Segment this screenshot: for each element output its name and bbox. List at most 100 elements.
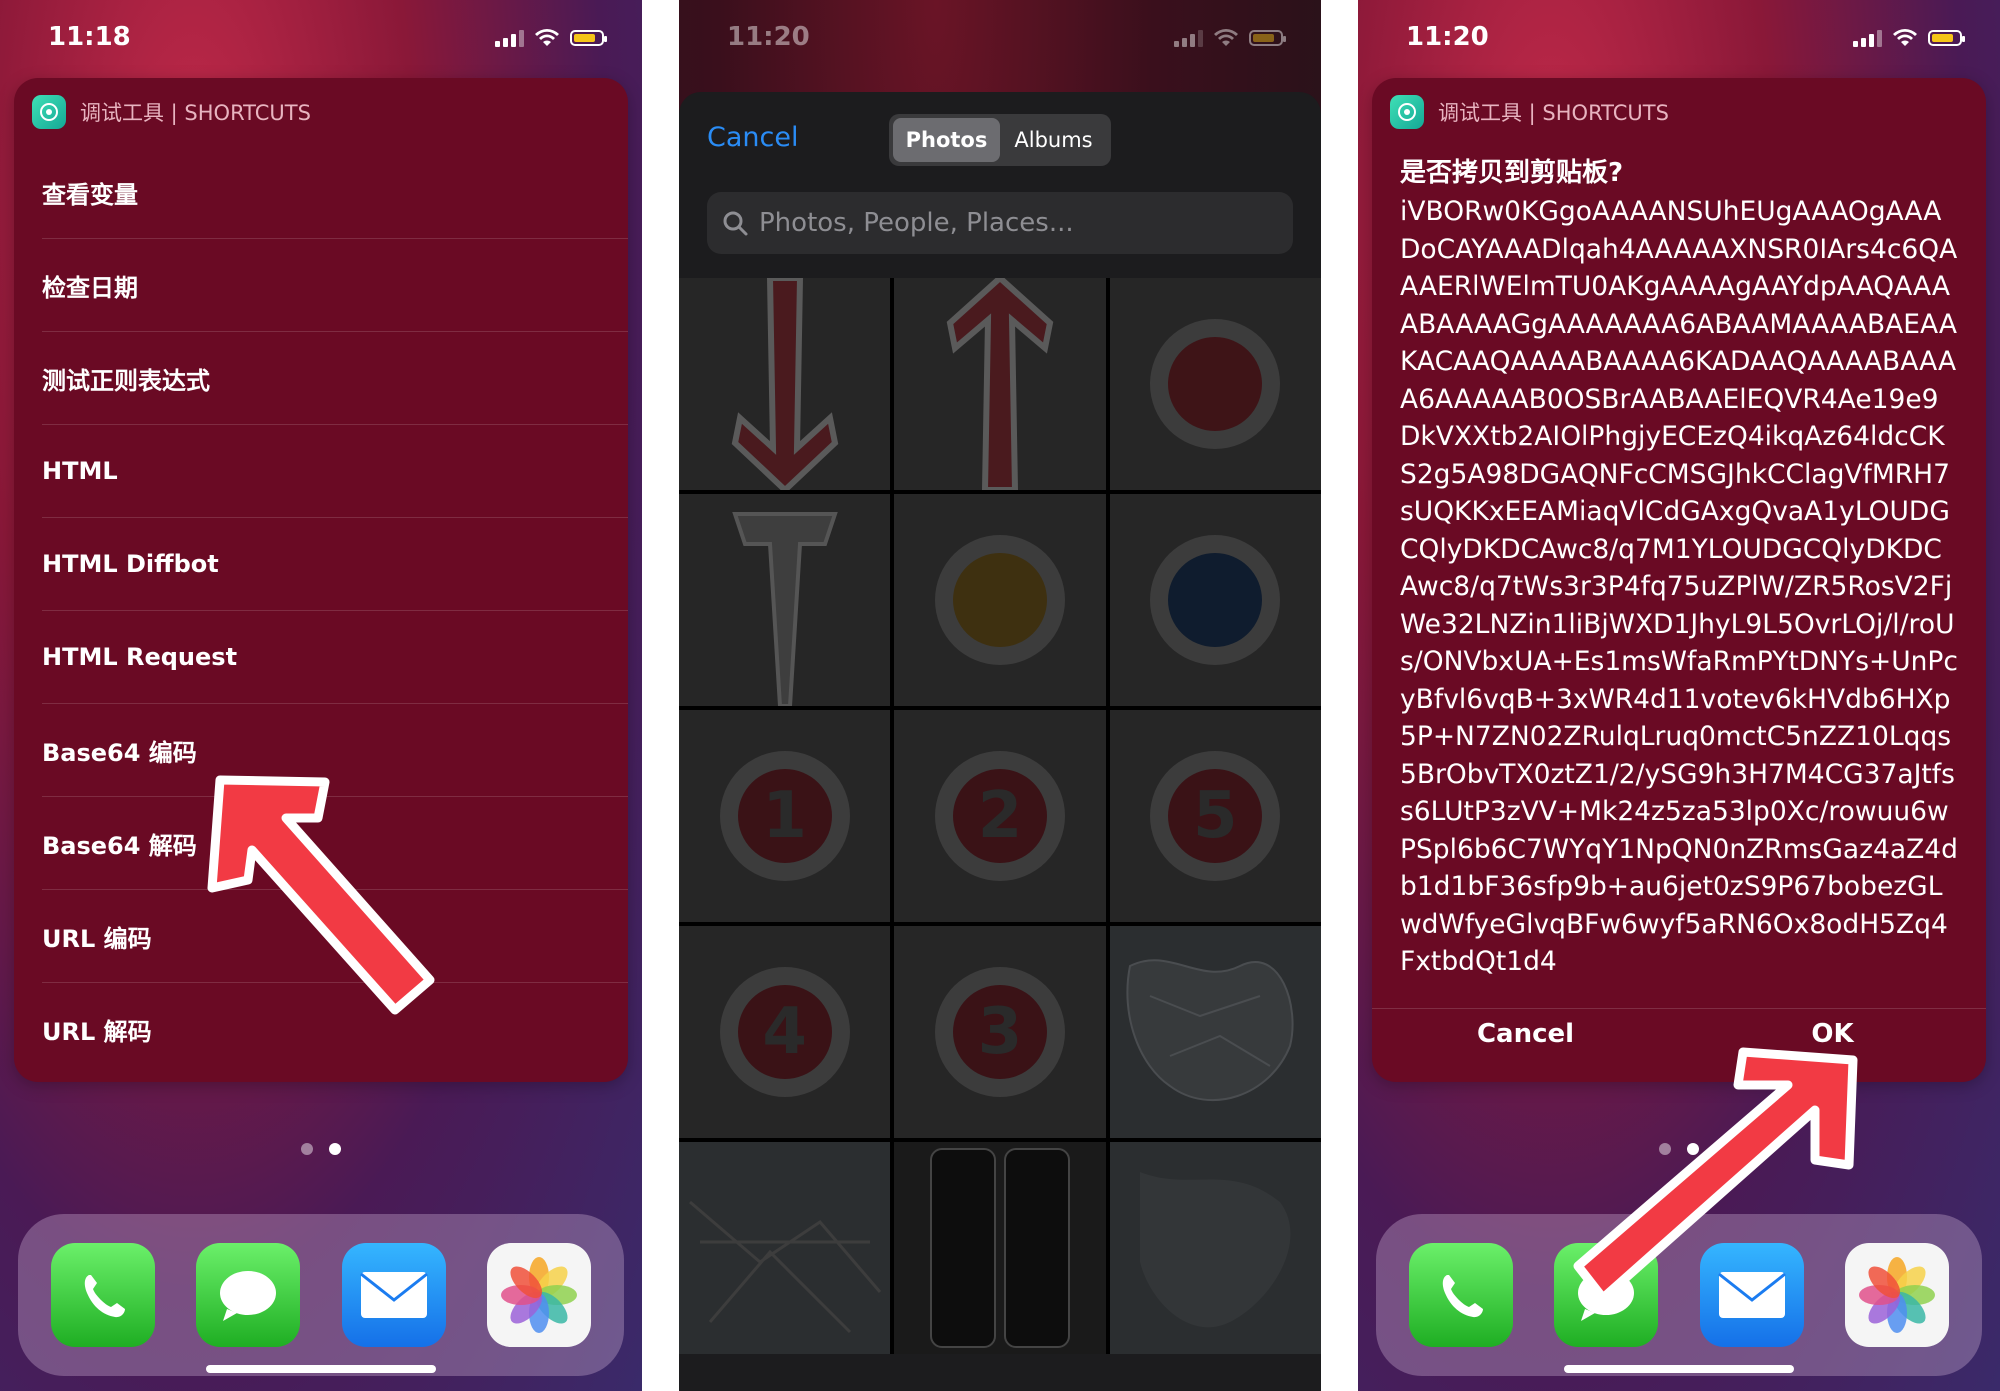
photo-grid: 1 2 5 4 3 [679, 278, 1321, 1354]
arrow-up-icon [946, 278, 1054, 490]
shortcut-list: 查看变量 检查日期 测试正则表达式 HTML HTML Diffbot HTML… [14, 146, 628, 1075]
tab-photos[interactable]: Photos [893, 118, 1000, 162]
signal-icon [495, 29, 524, 47]
left-screenshot: 11:18 调试工具 | SHORTCUTS 查看变量 检查日期 测试正则表达式… [0, 0, 642, 1391]
shortcuts-app-icon [1390, 95, 1424, 129]
home-indicator[interactable] [206, 1365, 436, 1373]
messages-icon[interactable] [196, 1243, 301, 1347]
shortcuts-widget: 调试工具 | SHORTCUTS 查看变量 检查日期 测试正则表达式 HTML … [14, 78, 628, 1082]
dock [18, 1214, 624, 1376]
status-bar: 11:20 [1358, 0, 2000, 80]
shortcut-item-base64-decode[interactable]: Base64 解码 [42, 797, 628, 890]
shortcut-item-check-date[interactable]: 检查日期 [42, 239, 628, 332]
shortcut-item-html[interactable]: HTML [42, 425, 628, 518]
wifi-icon [1214, 29, 1238, 46]
number-badge: 5 [1168, 769, 1263, 863]
widget-title: 调试工具 | SHORTCUTS [80, 101, 311, 125]
battery-icon [570, 30, 607, 46]
photo-picker-sheet: Cancel Photos Albums Photos, People, Pla… [679, 92, 1321, 1391]
phone-icon[interactable] [1408, 1243, 1513, 1347]
wifi-icon [535, 29, 559, 46]
number-badge: 2 [952, 769, 1047, 863]
cancel-button[interactable]: Cancel [707, 122, 798, 153]
search-icon [723, 211, 748, 236]
photo-thumbnail[interactable] [679, 278, 891, 490]
red-dot-icon [1168, 337, 1263, 431]
shortcut-item-base64-encode[interactable]: Base64 编码 [42, 704, 628, 797]
signal-icon [1853, 29, 1882, 47]
widget-header: 调试工具 | SHORTCUTS [1372, 78, 1986, 146]
map-image-icon [688, 1200, 881, 1334]
number-badge: 4 [737, 985, 832, 1079]
page-indicator[interactable] [0, 1143, 642, 1155]
base64-output-text: iVBORw0KGgoAAAANSUhEUgAAAOgAAADoCAYAAADl… [1400, 196, 1958, 977]
mail-icon[interactable] [1699, 1243, 1804, 1347]
photo-thumbnail[interactable] [894, 494, 1106, 706]
dialog-button-bar: Cancel OK [1372, 1008, 1986, 1069]
right-screenshot: 11:20 调试工具 | SHORTCUTS 是否拷贝到剪贴板? iVBORw0… [1358, 0, 2000, 1391]
page-indicator[interactable] [1358, 1143, 2000, 1155]
dock [1376, 1214, 1982, 1376]
blue-dot-icon [1168, 553, 1263, 647]
map-image-icon [1126, 959, 1294, 1102]
photo-thumbnail[interactable]: 1 [679, 710, 891, 922]
photo-thumbnail[interactable]: 3 [894, 926, 1106, 1138]
search-field[interactable]: Photos, People, Places... [707, 192, 1293, 254]
shortcut-item-url-encode[interactable]: URL 编码 [42, 890, 628, 983]
messages-icon[interactable] [1554, 1243, 1659, 1347]
home-indicator[interactable] [1564, 1365, 1794, 1373]
battery-icon [1249, 30, 1286, 46]
photo-thumbnail[interactable] [679, 1142, 891, 1354]
shortcut-item-view-variables[interactable]: 查看变量 [42, 146, 628, 239]
photo-thumbnail[interactable]: 2 [894, 710, 1106, 922]
photo-thumbnail[interactable] [1109, 926, 1321, 1138]
phone-icon[interactable] [50, 1243, 155, 1347]
shortcut-item-html-request[interactable]: HTML Request [42, 611, 628, 704]
map-image-icon [1140, 1172, 1291, 1328]
cancel-button[interactable]: Cancel [1372, 1009, 1679, 1069]
shortcut-item-test-regex[interactable]: 测试正则表达式 [42, 332, 628, 425]
page-dot-active[interactable] [329, 1143, 341, 1155]
shortcut-item-url-decode[interactable]: URL 解码 [42, 983, 628, 1075]
widget-header: 调试工具 | SHORTCUTS [14, 78, 628, 146]
status-time: 11:20 [1406, 22, 1489, 52]
photos-albums-segmented-control: Photos Albums [889, 114, 1111, 166]
page-dot[interactable] [1659, 1143, 1671, 1155]
copy-to-clipboard-dialog: 调试工具 | SHORTCUTS 是否拷贝到剪贴板? iVBORw0KGgoAA… [1372, 78, 1986, 1082]
photo-thumbnail[interactable] [679, 494, 891, 706]
mail-icon[interactable] [341, 1243, 446, 1347]
photos-icon[interactable] [1845, 1243, 1950, 1347]
status-time: 11:20 [727, 22, 810, 52]
shortcuts-app-icon [32, 95, 66, 129]
ok-button[interactable]: OK [1679, 1009, 1986, 1069]
middle-screenshot: 11:20 Cancel Photos Albums Photos, Peopl… [679, 0, 1321, 1391]
number-badge: 3 [952, 985, 1047, 1079]
shortcut-item-html-diffbot[interactable]: HTML Diffbot [42, 518, 628, 611]
photo-thumbnail[interactable]: 4 [679, 926, 891, 1138]
wifi-icon [1893, 29, 1917, 46]
screenshot-thumbnail [1003, 1148, 1070, 1348]
number-badge: 1 [737, 769, 832, 863]
yellow-dot-icon [952, 553, 1047, 647]
status-bar: 11:20 [679, 0, 1321, 80]
dialog-title: 是否拷贝到剪贴板? [1400, 158, 1624, 188]
arrow-down-icon [731, 512, 838, 706]
status-bar: 11:18 [0, 0, 642, 80]
photo-thumbnail[interactable] [1109, 494, 1321, 706]
photo-thumbnail[interactable] [1109, 1142, 1321, 1354]
screenshot-thumbnail [929, 1148, 996, 1348]
arrow-down-icon [731, 278, 838, 490]
tab-albums[interactable]: Albums [1000, 118, 1107, 162]
page-dot[interactable] [301, 1143, 313, 1155]
battery-icon [1928, 30, 1965, 46]
status-time: 11:18 [48, 22, 131, 52]
search-placeholder: Photos, People, Places... [759, 208, 1074, 238]
photo-thumbnail[interactable] [894, 278, 1106, 490]
photo-thumbnail[interactable] [1109, 278, 1321, 490]
photo-thumbnail[interactable] [894, 1142, 1106, 1354]
signal-icon [1174, 29, 1203, 47]
page-dot-active[interactable] [1687, 1143, 1699, 1155]
photos-icon[interactable] [487, 1243, 592, 1347]
photo-thumbnail[interactable]: 5 [1109, 710, 1321, 922]
widget-title: 调试工具 | SHORTCUTS [1438, 101, 1669, 125]
